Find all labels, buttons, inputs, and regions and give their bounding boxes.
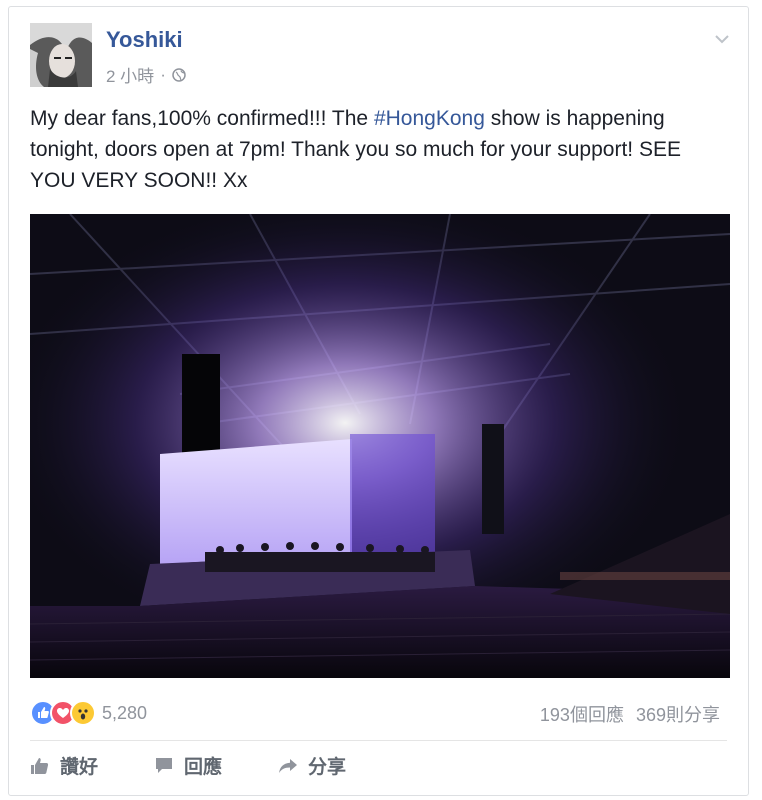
comment-count[interactable]: 193個回應 <box>540 701 624 727</box>
like-button[interactable]: 讚好 <box>30 752 98 779</box>
hashtag-link[interactable]: #HongKong <box>374 107 485 130</box>
chevron-down-icon[interactable] <box>714 33 730 45</box>
share-label: 分享 <box>308 757 347 778</box>
globe-icon[interactable] <box>172 67 186 82</box>
post-text: My dear fans,100% confirmed!!! The #Hong… <box>30 103 730 196</box>
like-label: 讚好 <box>60 757 99 778</box>
action-bar: 讚好 回應 分享 <box>30 752 346 779</box>
share-button[interactable]: 分享 <box>278 752 346 779</box>
author-name[interactable]: Yoshiki <box>106 27 183 53</box>
post-photo[interactable] <box>30 214 730 678</box>
divider <box>30 740 727 741</box>
reaction-count: 5,280 <box>102 702 148 723</box>
post-timestamp[interactable]: 2 小時 <box>106 62 154 87</box>
comment-icon <box>156 757 173 773</box>
reactions-summary[interactable]: 5,280 <box>30 700 147 726</box>
thumbs-up-icon <box>31 757 49 774</box>
post-card: Yoshiki 2 小時 · My dear fans,100% confirm… <box>8 6 749 796</box>
wow-icon <box>70 700 96 726</box>
post-meta: 2 小時 · <box>106 62 186 87</box>
post-stats: 193個回應 369則分享 <box>540 701 720 727</box>
post-text-before: My dear fans,100% confirmed!!! The <box>30 107 374 130</box>
comment-label: 回應 <box>184 757 223 778</box>
author-avatar[interactable] <box>30 23 92 87</box>
meta-separator: · <box>160 64 166 84</box>
share-count[interactable]: 369則分享 <box>636 701 720 727</box>
comment-button[interactable]: 回應 <box>154 752 222 779</box>
share-arrow-icon <box>279 758 298 773</box>
